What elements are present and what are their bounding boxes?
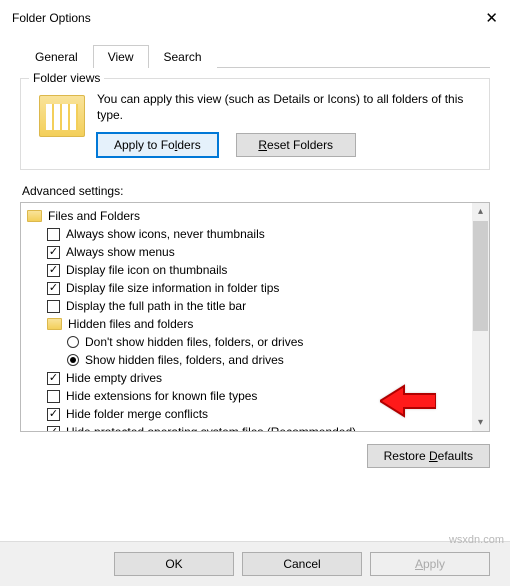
option-file-icon-thumb[interactable]: Display file icon on thumbnails [23, 261, 470, 279]
reset-folders-button[interactable]: Reset Folders [236, 133, 356, 157]
option-dont-show-hidden[interactable]: Don't show hidden files, folders, or dri… [23, 333, 470, 351]
ok-button[interactable]: OK [114, 552, 234, 576]
cancel-button[interactable]: Cancel [242, 552, 362, 576]
apply-button[interactable]: Apply [370, 552, 490, 576]
radio-icon[interactable] [67, 336, 79, 348]
scroll-up-icon[interactable]: ▴ [472, 203, 489, 220]
tab-view[interactable]: View [93, 45, 149, 68]
advanced-list-inner: Files and Folders Always show icons, nev… [21, 203, 472, 431]
checkbox-icon[interactable] [47, 228, 60, 241]
option-file-size-tips[interactable]: Display file size information in folder … [23, 279, 470, 297]
tab-general[interactable]: General [20, 45, 93, 68]
scroll-thumb[interactable] [473, 221, 488, 331]
tree-hidden-files: Hidden files and folders [23, 315, 470, 333]
scroll-down-icon[interactable]: ▾ [472, 414, 489, 431]
folder-thumbs-icon [39, 95, 85, 137]
restore-defaults-button[interactable]: Restore Defaults [367, 444, 490, 468]
advanced-settings-label: Advanced settings: [22, 184, 488, 198]
advanced-settings-list: Files and Folders Always show icons, nev… [20, 202, 490, 432]
tree-root: Files and Folders [23, 207, 470, 225]
option-always-menus[interactable]: Always show menus [23, 243, 470, 261]
option-full-path-title[interactable]: Display the full path in the title bar [23, 297, 470, 315]
option-always-icons[interactable]: Always show icons, never thumbnails [23, 225, 470, 243]
tab-panel-view: Folder views You can apply this view (su… [20, 68, 490, 468]
folder-views-text: You can apply this view (such as Details… [97, 91, 477, 123]
window-title: Folder Options [12, 11, 91, 25]
watermark-text: wsxdn.com [449, 534, 504, 546]
folder-views-group: Folder views You can apply this view (su… [20, 78, 490, 170]
folder-icon [47, 318, 62, 330]
option-hide-extensions[interactable]: Hide extensions for known file types [23, 387, 470, 405]
apply-to-folders-button[interactable]: Apply to Folders [97, 133, 218, 157]
tab-search[interactable]: Search [149, 45, 217, 68]
close-icon[interactable]: ✕ [485, 9, 498, 27]
radio-icon[interactable] [67, 354, 79, 366]
checkbox-icon[interactable] [47, 372, 60, 385]
checkbox-icon[interactable] [47, 390, 60, 403]
checkbox-icon[interactable] [47, 282, 60, 295]
checkbox-icon[interactable] [47, 300, 60, 313]
scrollbar[interactable]: ▴ ▾ [472, 203, 489, 431]
tab-strip: General View Search [20, 44, 490, 68]
checkbox-icon[interactable] [47, 264, 60, 277]
dialog-button-row: OK Cancel Apply [0, 541, 510, 586]
folder-icon [27, 210, 42, 222]
option-hide-os-files[interactable]: Hide protected operating system files (R… [23, 423, 470, 431]
checkbox-icon[interactable] [47, 408, 60, 421]
option-hide-merge[interactable]: Hide folder merge conflicts [23, 405, 470, 423]
checkbox-icon[interactable] [47, 246, 60, 259]
checkbox-icon[interactable] [47, 426, 60, 432]
option-show-hidden[interactable]: Show hidden files, folders, and drives [23, 351, 470, 369]
title-bar: Folder Options ✕ [0, 0, 510, 32]
option-hide-empty-drives[interactable]: Hide empty drives [23, 369, 470, 387]
folder-views-label: Folder views [29, 71, 104, 85]
